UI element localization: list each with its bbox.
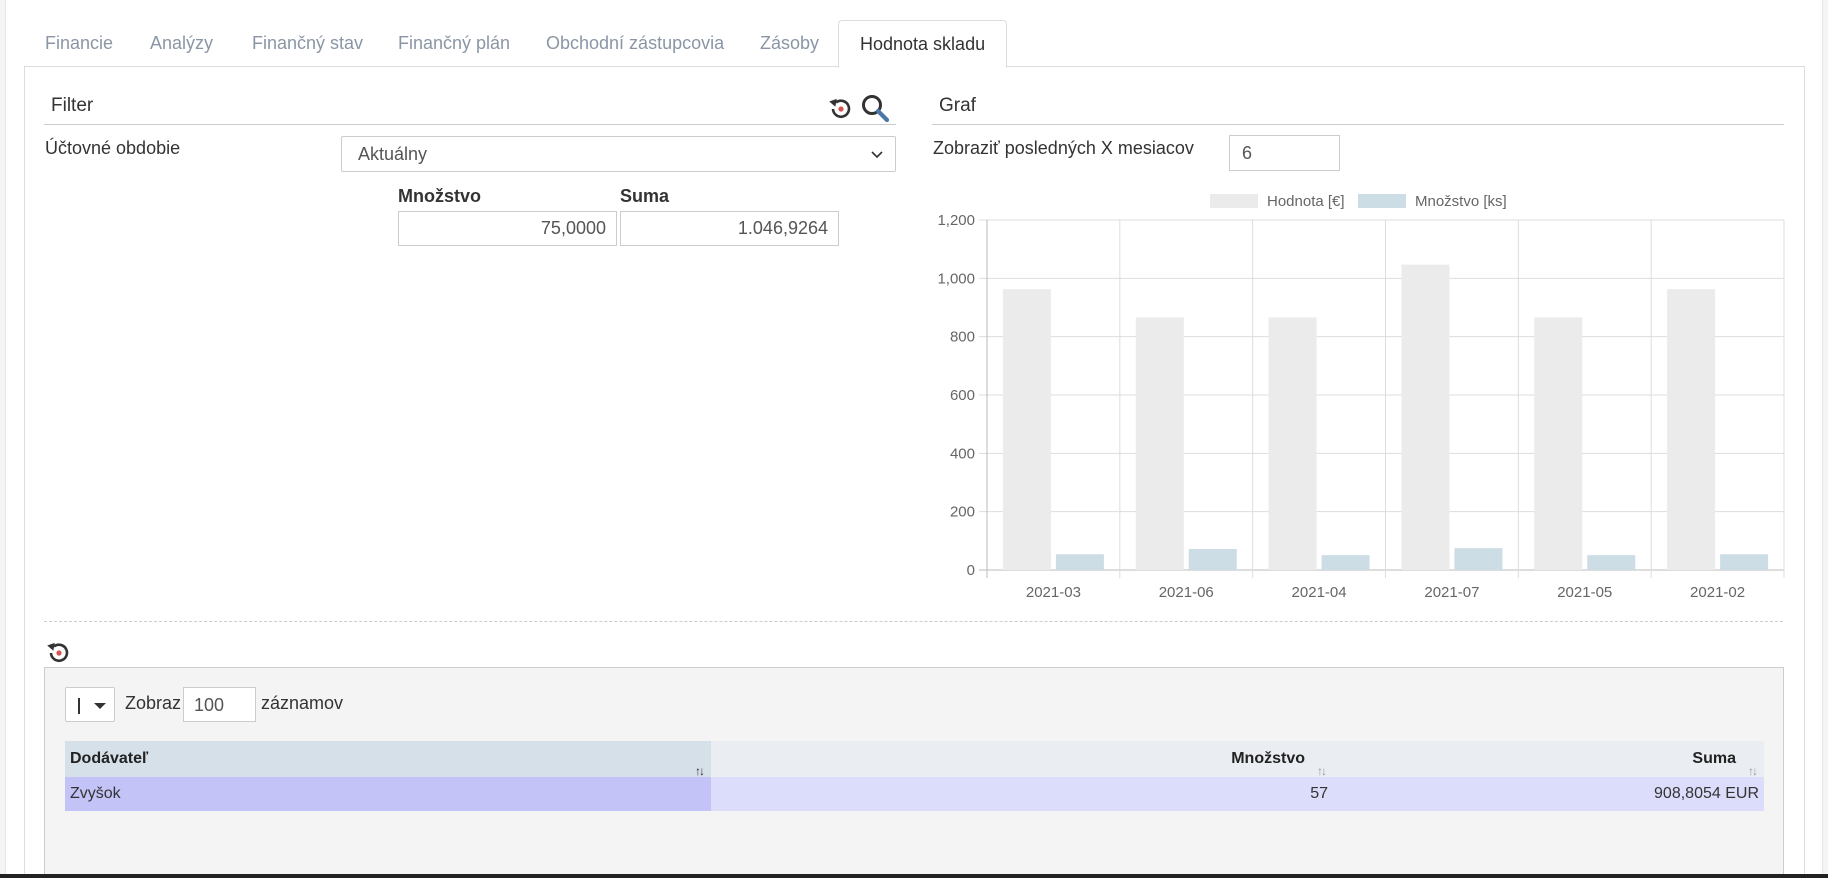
tab-hodnota-skladu[interactable]: Hodnota skladu — [838, 20, 1008, 68]
records-label: záznamov — [261, 693, 344, 713]
cell-supplier: Zvyšok — [65, 777, 711, 811]
x-tick-label: 2021-07 — [1424, 584, 1479, 601]
quantity-header: Množstvo — [398, 186, 481, 206]
sort-icon: ↑↓ — [1748, 764, 1758, 777]
search-button[interactable] — [860, 93, 890, 123]
x-tick-label: 2021-02 — [1690, 584, 1745, 601]
x-tick-label: 2021-05 — [1557, 584, 1612, 601]
y-tick-label: 400 — [950, 445, 975, 462]
y-tick-label: 1,000 — [937, 270, 975, 287]
accounting-period-label: Účtovné obdobie — [45, 138, 181, 158]
legend-label: Množstvo [ks] — [1415, 193, 1507, 210]
reset-icon — [47, 642, 69, 662]
window-left-border — [0, 0, 6, 878]
table-header-row: Dodávateľ ↑↓ Množstvo ↑↓ Suma ↑↓ — [65, 741, 1764, 777]
tab-zasoby[interactable]: Zásoby — [739, 20, 840, 67]
reset-table-button[interactable] — [44, 638, 74, 668]
graph-title: Graf — [939, 95, 976, 116]
x-tick-label: 2021-06 — [1159, 584, 1214, 601]
table-row[interactable]: Zvyšok 57 908,8054 EUR — [65, 777, 1764, 811]
y-tick-label: 0 — [967, 562, 975, 579]
chart-svg: Hodnota [€] Množstvo [ks] 0 200 400 600 800 1,0… — [937, 193, 1785, 601]
sum-total-field[interactable]: 1.046,9264 — [620, 211, 839, 246]
bar-value — [1268, 317, 1317, 570]
bar-quantity — [1188, 549, 1237, 570]
accounting-period-select[interactable]: Aktuálny — [341, 136, 896, 172]
column-header-sum[interactable]: Suma ↑↓ — [1333, 741, 1764, 777]
bar-value — [1135, 317, 1184, 570]
tab-obchodni-zastupcovia[interactable]: Obchodní zástupcovia — [525, 20, 745, 67]
bottom-edge — [0, 874, 1828, 878]
y-tick-label: 800 — [950, 329, 975, 346]
bar-quantity — [1055, 554, 1104, 570]
y-tick-label: 1,200 — [937, 212, 975, 229]
cell-quantity: 57 — [711, 777, 1333, 811]
bar-quantity — [1454, 548, 1503, 570]
column-header-label: Suma — [1692, 750, 1736, 767]
bar-quantity — [1587, 555, 1636, 570]
y-tick-label: 200 — [950, 504, 975, 521]
sum-header: Suma — [620, 186, 670, 206]
page-size-input[interactable]: 100 — [183, 687, 256, 722]
legend-swatch — [1210, 194, 1258, 208]
column-toggle-button[interactable] — [65, 687, 115, 722]
section-separator — [44, 621, 1783, 622]
months-input[interactable]: 6 — [1229, 135, 1340, 171]
reset-icon — [829, 98, 851, 118]
tab-financny-stav[interactable]: Finančný stav — [231, 20, 384, 67]
reset-filter-button[interactable] — [826, 94, 856, 124]
tab-bar: Financie Analýzy Finančný stav Finančný … — [24, 20, 1805, 68]
filter-title: Filter — [51, 95, 94, 116]
window-right-border — [1822, 0, 1828, 878]
column-header-quantity[interactable]: Množstvo ↑↓ — [711, 741, 1333, 777]
column-header-label: Množstvo — [1231, 750, 1305, 767]
sort-desc-icon: ↑↓ — [695, 764, 705, 777]
y-tick-label: 600 — [950, 387, 975, 404]
tab-financny-plan[interactable]: Finančný plán — [377, 20, 531, 67]
tab-financie[interactable]: Financie — [24, 20, 134, 67]
text-cursor-icon — [78, 698, 80, 714]
sort-icon: ↑↓ — [1317, 764, 1327, 777]
search-icon — [862, 95, 890, 123]
bar-quantity — [1720, 554, 1769, 570]
graph-divider — [932, 124, 1784, 125]
cell-sum: 908,8054 EUR — [1333, 777, 1764, 811]
bar-value — [1534, 317, 1583, 570]
legend-swatch — [1358, 194, 1406, 208]
bar-value — [1667, 289, 1716, 570]
tab-analyzy[interactable]: Analýzy — [129, 20, 234, 67]
bar-value — [1002, 289, 1051, 570]
data-table-container: Zobraz 100 záznamov Dodávateľ ↑↓ Množstv… — [44, 667, 1784, 878]
value-chart: Hodnota [€] Množstvo [ks] 0 200 400 600 800 1,0… — [920, 180, 1790, 620]
filter-divider — [44, 124, 896, 125]
legend-label: Hodnota [€] — [1267, 193, 1345, 210]
x-tick-label: 2021-03 — [1026, 584, 1081, 601]
months-label: Zobraziť posledných X mesiacov — [933, 138, 1194, 158]
accounting-period-value: Aktuálny — [358, 144, 428, 164]
app-frame: Financie Analýzy Finančný stav Finančný … — [0, 0, 1828, 878]
bar-value — [1401, 264, 1450, 570]
column-header-supplier[interactable]: Dodávateľ ↑↓ — [65, 741, 711, 777]
bar-quantity — [1321, 555, 1370, 570]
column-header-label: Dodávateľ — [70, 750, 149, 767]
show-label: Zobraz — [125, 693, 182, 713]
quantity-total-field[interactable]: 75,0000 — [398, 211, 617, 246]
x-tick-label: 2021-04 — [1292, 584, 1347, 601]
chevron-down-icon — [871, 151, 883, 159]
caret-down-icon — [94, 703, 106, 709]
